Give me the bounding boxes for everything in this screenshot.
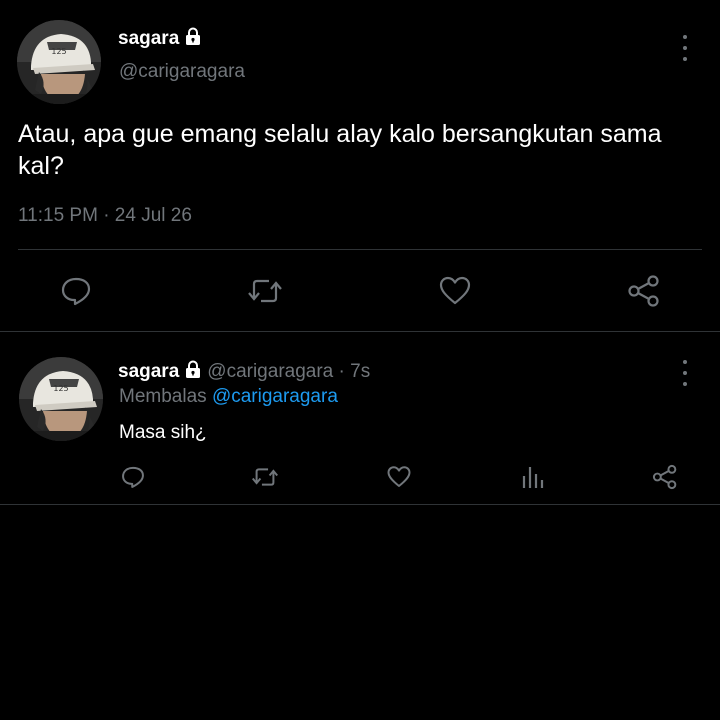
reply-avatar[interactable]: 125 bbox=[19, 357, 103, 441]
divider bbox=[0, 331, 720, 332]
more-options-icon[interactable] bbox=[675, 360, 695, 386]
reply-icon[interactable] bbox=[119, 463, 147, 491]
like-icon[interactable] bbox=[385, 463, 413, 491]
retweet-icon[interactable] bbox=[245, 273, 285, 309]
display-name[interactable]: sagara bbox=[118, 27, 202, 51]
reply-handle-time[interactable]: @carigaragara · 7s bbox=[207, 361, 370, 383]
svg-text:125: 125 bbox=[53, 384, 68, 393]
tweet-timestamp[interactable]: 11:15 PM · 24 Jul 26 bbox=[18, 205, 192, 227]
replying-to: Membalas @carigaragara bbox=[119, 386, 338, 408]
handle[interactable]: @carigaragara bbox=[119, 61, 245, 83]
more-options-icon[interactable] bbox=[675, 35, 695, 61]
divider bbox=[18, 249, 702, 250]
reply-text: Masa sih¿ bbox=[119, 422, 207, 443]
retweet-icon[interactable] bbox=[249, 463, 281, 491]
divider bbox=[0, 504, 720, 505]
lock-icon bbox=[184, 27, 202, 51]
reply-display-name[interactable]: sagara bbox=[118, 361, 179, 383]
svg-text:125: 125 bbox=[51, 47, 66, 56]
like-icon[interactable] bbox=[437, 273, 473, 309]
reply-header: sagara @carigaragara · 7s bbox=[118, 360, 370, 384]
share-icon[interactable] bbox=[626, 273, 662, 309]
display-name-text[interactable]: sagara bbox=[118, 28, 179, 50]
analytics-icon[interactable] bbox=[518, 463, 546, 491]
share-icon[interactable] bbox=[651, 463, 679, 491]
reply-icon[interactable] bbox=[58, 273, 94, 309]
replying-to-mention[interactable]: @carigaragara bbox=[212, 386, 338, 407]
tweet-text: Atau, apa gue emang selalu alay kalo ber… bbox=[18, 120, 662, 180]
lock-icon bbox=[184, 360, 202, 384]
avatar[interactable]: 125 bbox=[17, 20, 101, 104]
replying-to-prefix: Membalas bbox=[119, 386, 207, 407]
